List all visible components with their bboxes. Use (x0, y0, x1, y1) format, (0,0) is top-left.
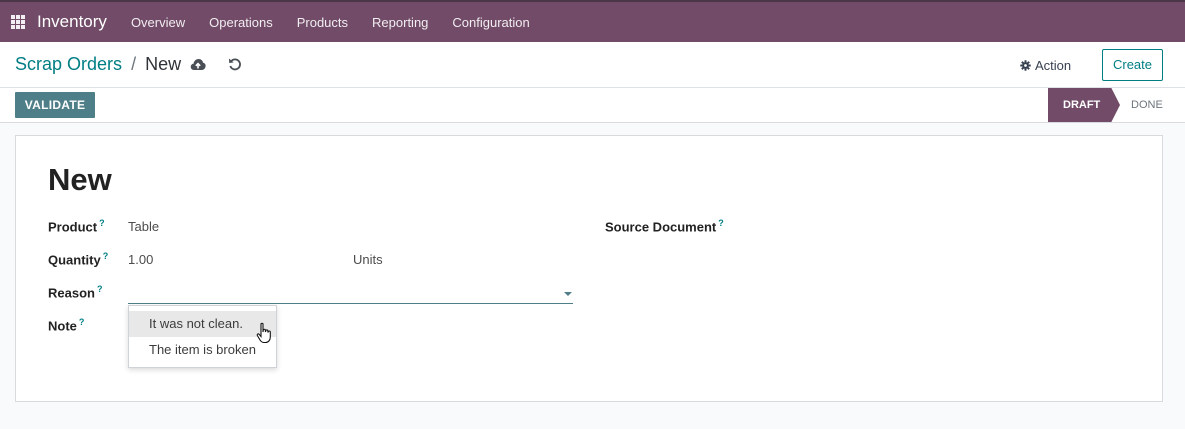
help-tooltip[interactable]: ? (99, 218, 105, 228)
action-label: Action (1035, 57, 1072, 73)
dropdown-option-broken[interactable]: The item is broken (129, 337, 276, 363)
dropdown-option-not-clean[interactable]: It was not clean. (129, 311, 276, 337)
help-tooltip[interactable]: ? (97, 284, 103, 294)
gear-icon (1020, 59, 1031, 71)
validate-button[interactable]: VALIDATE (15, 92, 95, 118)
product-field[interactable]: Table (128, 219, 159, 234)
help-tooltip[interactable]: ? (103, 251, 109, 261)
help-tooltip[interactable]: ? (79, 317, 85, 327)
menu-reporting[interactable]: Reporting (360, 15, 440, 30)
top-navbar: Inventory Overview Operations Products R… (0, 0, 1185, 42)
quantity-field[interactable]: 1.00 (128, 252, 153, 267)
help-tooltip[interactable]: ? (718, 218, 724, 228)
reason-dropdown: It was not clean. The item is broken (128, 305, 277, 368)
quantity-label: Quantity? (48, 251, 109, 268)
apps-grid-icon[interactable] (11, 15, 25, 29)
breadcrumb-separator: / (131, 54, 137, 74)
stage-done[interactable]: DONE (1131, 88, 1163, 122)
product-label: Product? (48, 218, 105, 235)
action-menu-button[interactable]: Action (1020, 55, 1071, 75)
app-name[interactable]: Inventory (37, 12, 107, 32)
note-label: Note? (48, 317, 85, 334)
source-document-label: Source Document? (605, 218, 724, 235)
undo-icon[interactable] (227, 56, 243, 72)
control-panel: Scrap Orders / New Action Create (0, 42, 1185, 88)
create-button[interactable]: Create (1102, 49, 1163, 81)
hand-pointer-icon (256, 322, 271, 344)
stage-draft[interactable]: DRAFT (1048, 88, 1120, 122)
uom-field[interactable]: Units (353, 252, 383, 267)
record-title: New (48, 162, 112, 197)
caret-down-icon[interactable] (564, 292, 572, 296)
breadcrumb: Scrap Orders / New (15, 54, 181, 75)
menu-configuration[interactable]: Configuration (440, 15, 541, 30)
breadcrumb-current: New (145, 54, 182, 74)
menu-operations[interactable]: Operations (197, 15, 285, 30)
reason-label: Reason? (48, 284, 103, 301)
reason-input[interactable] (128, 284, 573, 304)
cloud-upload-icon[interactable] (190, 57, 206, 71)
menu-products[interactable]: Products (285, 15, 360, 30)
menu-overview[interactable]: Overview (119, 15, 197, 30)
status-bar: VALIDATE DRAFT DONE (0, 88, 1185, 123)
breadcrumb-scrap-orders[interactable]: Scrap Orders (15, 54, 122, 74)
